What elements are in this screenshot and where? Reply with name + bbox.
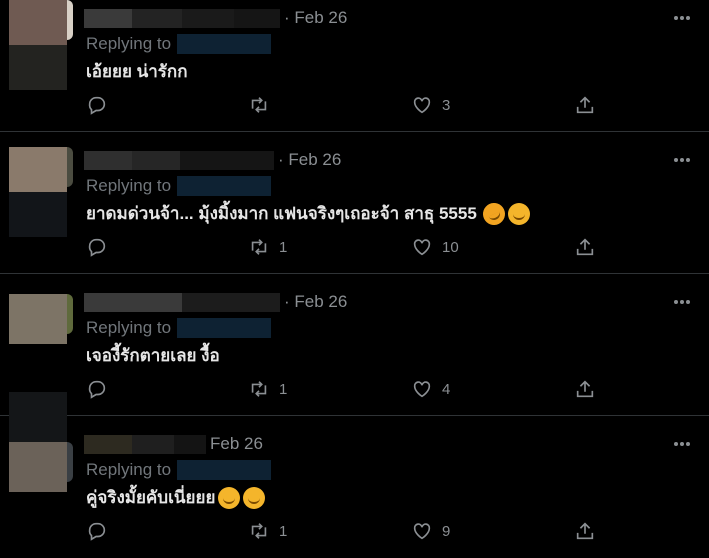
- reply-button[interactable]: [86, 236, 117, 258]
- retweet-icon: [251, 523, 267, 539]
- avatar-edge: [67, 294, 73, 334]
- replying-to: Replying to: [86, 318, 272, 338]
- retweet-count: 1: [279, 522, 288, 540]
- share-icon: [576, 238, 594, 256]
- display-name-redacted[interactable]: [84, 292, 280, 312]
- reply-handle-redacted[interactable]: [177, 460, 272, 480]
- share-button[interactable]: [574, 520, 596, 542]
- tweet-header: Feb 26: [84, 432, 263, 456]
- tweet-text-content: เจองี้รักตายเลย งื้อ: [86, 346, 220, 365]
- reply-handle-redacted[interactable]: [177, 318, 272, 338]
- share-icon: [576, 96, 594, 114]
- reply-button[interactable]: [86, 378, 117, 400]
- tweet-actions: 1 9: [86, 520, 606, 544]
- tweet-text-content: ยาดมด่วนจ้า... มุ้งมิ้งมาก แฟนจริงๆเถอะจ…: [86, 204, 477, 223]
- retweet-icon: [251, 97, 267, 113]
- replying-to: Replying to: [86, 460, 272, 480]
- replying-label: Replying to: [86, 34, 172, 53]
- reply-icon: [88, 238, 106, 257]
- more-dots-icon[interactable]: [672, 150, 692, 170]
- like-button[interactable]: 9: [411, 520, 450, 542]
- like-count: 3: [442, 96, 451, 114]
- tweet-actions: 1 10: [86, 236, 606, 260]
- like-count: 9: [442, 522, 451, 540]
- heart-icon: [413, 523, 431, 540]
- retweet-count: 1: [279, 380, 288, 398]
- heart-icon: [413, 381, 431, 398]
- retweet-button[interactable]: 1: [248, 520, 287, 542]
- smiling-blush-emoji-icon: [243, 486, 266, 509]
- share-button[interactable]: [574, 378, 596, 400]
- tweet-text: เจองี้รักตายเลย งื้อ: [86, 342, 220, 369]
- tweet-3[interactable]: · Feb 26 Replying to เจองี้รักตายเลย งื้…: [0, 274, 709, 416]
- avatar[interactable]: [9, 392, 67, 492]
- tweet-date[interactable]: · Feb 26: [278, 150, 341, 170]
- avatar-edge: [67, 442, 73, 482]
- tweet-text-content: เอ้ยยย น่ารักก: [86, 62, 188, 81]
- share-button[interactable]: [574, 94, 596, 116]
- heart-icon: [413, 97, 431, 114]
- like-count: 4: [442, 380, 451, 398]
- like-button[interactable]: 3: [411, 94, 450, 116]
- avatar[interactable]: [9, 0, 67, 90]
- avatar-edge: [67, 147, 73, 187]
- tweet-1[interactable]: · Feb 26 Replying to เอ้ยยย น่ารักก 3: [0, 0, 709, 142]
- tweet-text: เอ้ยยย น่ารักก: [86, 58, 188, 85]
- more-dots-icon[interactable]: [672, 292, 692, 312]
- retweet-icon: [251, 239, 267, 255]
- reply-button[interactable]: [86, 94, 117, 116]
- like-button[interactable]: 10: [411, 236, 459, 258]
- like-button[interactable]: 4: [411, 378, 450, 400]
- tweet-text: ยาดมด่วนจ้า... มุ้งมิ้งมาก แฟนจริงๆเถอะจ…: [86, 198, 530, 229]
- replying-label: Replying to: [86, 460, 172, 479]
- replying-label: Replying to: [86, 176, 172, 195]
- retweet-icon: [251, 381, 267, 397]
- tweet-text-content: คู่จริงมั้ยคับเนี่ยยย: [86, 488, 216, 507]
- smiling-blush-emoji-icon: [507, 202, 530, 225]
- reply-handle-redacted[interactable]: [177, 176, 272, 196]
- more-dots-icon[interactable]: [672, 434, 692, 454]
- share-icon: [576, 522, 594, 540]
- avatar[interactable]: [9, 147, 67, 237]
- like-count: 10: [442, 238, 459, 256]
- display-name-redacted[interactable]: [84, 8, 280, 28]
- reply-icon: [88, 522, 106, 541]
- tweet-2[interactable]: · Feb 26 Replying to ยาดมด่วนจ้า... มุ้ง…: [0, 132, 709, 274]
- reply-icon: [88, 380, 106, 399]
- tweet-actions: 3: [86, 94, 606, 118]
- tweet-text: คู่จริงมั้ยคับเนี่ยยย: [86, 484, 266, 511]
- tweet-date[interactable]: · Feb 26: [284, 8, 347, 28]
- more-dots-icon[interactable]: [672, 8, 692, 28]
- retweet-count: 1: [279, 238, 288, 256]
- retweet-button[interactable]: 1: [248, 378, 287, 400]
- display-name-redacted[interactable]: [84, 434, 206, 454]
- share-button[interactable]: [574, 236, 596, 258]
- avatar-edge: [67, 0, 73, 40]
- smiling-blush-emoji-icon: [218, 486, 241, 509]
- avatar[interactable]: [9, 294, 67, 344]
- tweet-header: · Feb 26: [84, 148, 341, 172]
- reply-handle-redacted[interactable]: [177, 34, 272, 54]
- rofl-emoji-icon: [479, 198, 509, 229]
- replying-to: Replying to: [86, 176, 272, 196]
- tweet-4[interactable]: Feb 26 Replying to คู่จริงมั้ยคับเนี่ยยย…: [0, 392, 709, 558]
- replying-label: Replying to: [86, 318, 172, 337]
- share-icon: [576, 380, 594, 398]
- reply-button[interactable]: [86, 520, 117, 542]
- retweet-button[interactable]: 1: [248, 236, 287, 258]
- tweet-date[interactable]: · Feb 26: [284, 292, 347, 312]
- replying-to: Replying to: [86, 34, 272, 54]
- reply-icon: [88, 96, 106, 115]
- tweet-header: · Feb 26: [84, 6, 347, 30]
- retweet-button[interactable]: [248, 94, 279, 116]
- display-name-redacted[interactable]: [84, 150, 274, 170]
- tweet-actions: 1 4: [86, 378, 606, 402]
- tweet-header: · Feb 26: [84, 290, 347, 314]
- heart-icon: [413, 239, 431, 256]
- tweet-date[interactable]: Feb 26: [210, 434, 263, 454]
